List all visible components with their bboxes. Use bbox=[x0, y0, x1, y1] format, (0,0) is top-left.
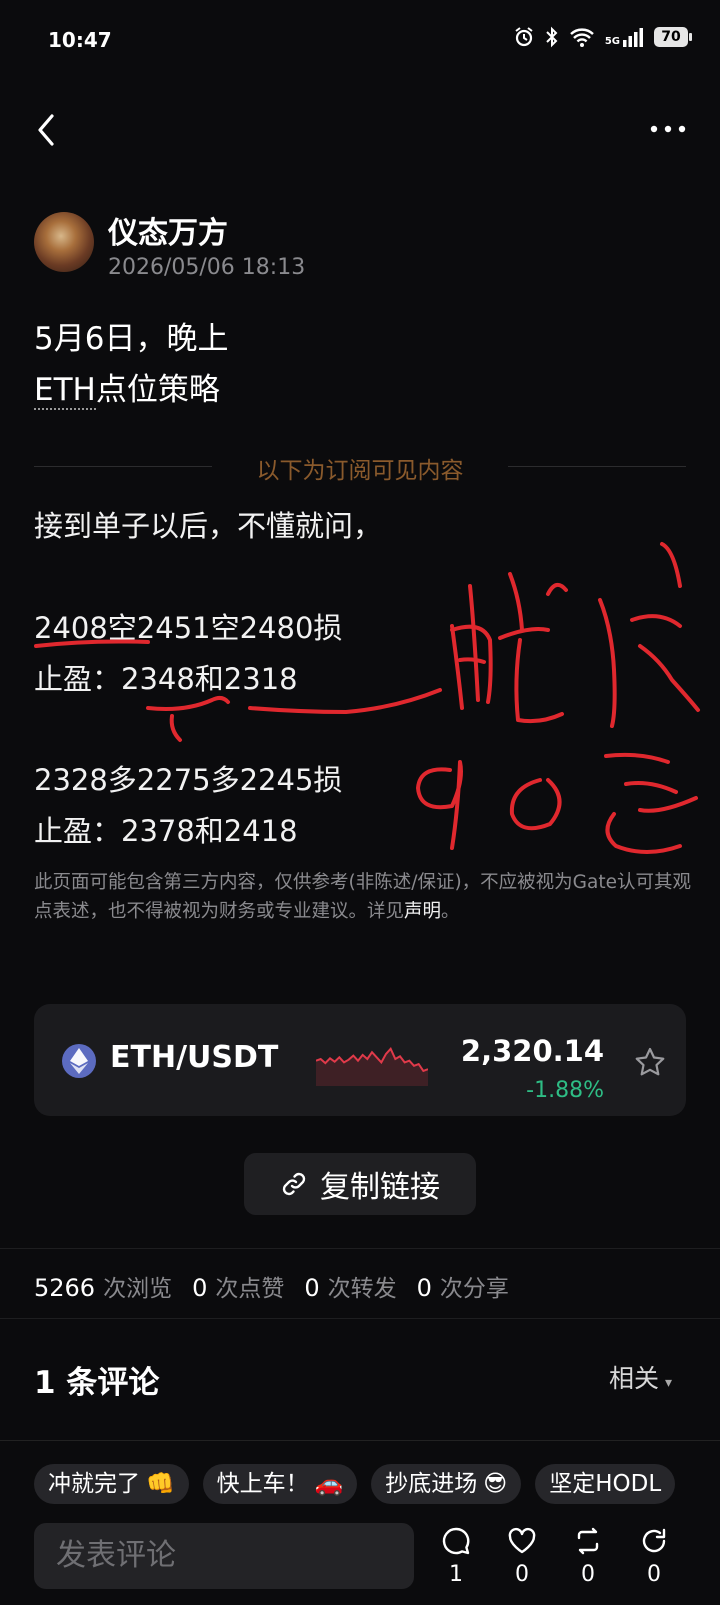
shares-count: 0 bbox=[416, 1274, 432, 1302]
wifi-icon bbox=[570, 28, 594, 47]
link-icon bbox=[282, 1172, 306, 1196]
fist-emoji-icon: 👊 bbox=[146, 1471, 175, 1497]
post-stats: 5266 次浏览 0 次点赞 0 次转发 0 次分享 bbox=[34, 1269, 521, 1303]
divider-left bbox=[34, 466, 212, 467]
price-sparkline bbox=[316, 1047, 428, 1086]
post-time: 2026/05/06 18:13 bbox=[108, 255, 306, 280]
sunglasses-emoji-icon: 😎 bbox=[483, 1471, 508, 1497]
repost-count: 0 bbox=[581, 1562, 595, 1587]
views-count: 5266 bbox=[34, 1274, 96, 1302]
battery-indicator: 70 bbox=[654, 27, 692, 47]
separator bbox=[0, 1318, 720, 1319]
like-count: 0 bbox=[515, 1562, 529, 1587]
quick-reply-chip[interactable]: 抄底进场 😎 bbox=[371, 1464, 522, 1504]
post-title-line1: 5月6日，晚上 bbox=[34, 321, 229, 357]
car-emoji-icon: 🚗 bbox=[314, 1471, 344, 1497]
comment-input[interactable]: 发表评论 bbox=[34, 1523, 414, 1589]
copy-link-label: 复制链接 bbox=[320, 1170, 440, 1205]
disclaimer-text: 此页面可能包含第三方内容，仅供参考(非陈述/保证)，不应被视为Gate认可其观点… bbox=[34, 872, 691, 922]
heart-icon bbox=[508, 1527, 536, 1554]
status-time: 10:47 bbox=[48, 28, 112, 52]
star-icon[interactable] bbox=[634, 1046, 666, 1078]
share-action[interactable]: 0 bbox=[634, 1526, 674, 1587]
market-change: -1.88% bbox=[526, 1078, 604, 1103]
disclaimer: 此页面可能包含第三方内容，仅供参考(非陈述/保证)，不应被视为Gate认可其观点… bbox=[34, 868, 694, 926]
repost-icon bbox=[577, 1527, 599, 1555]
bluetooth-icon bbox=[546, 26, 558, 48]
eth-coin-icon bbox=[62, 1044, 96, 1078]
handwriting-annotation bbox=[34, 542, 700, 854]
comment-icon bbox=[442, 1527, 470, 1555]
network-type: 5G bbox=[604, 36, 620, 47]
sort-label: 相关 bbox=[608, 1364, 659, 1393]
share-count: 0 bbox=[647, 1562, 661, 1587]
reposts-count: 0 bbox=[304, 1274, 320, 1302]
avatar[interactable] bbox=[34, 212, 94, 272]
disclaimer-end: 。 bbox=[441, 901, 460, 922]
share-icon bbox=[642, 1528, 666, 1553]
market-price: 2,320.14 bbox=[460, 1034, 604, 1068]
back-icon[interactable] bbox=[32, 110, 62, 150]
repost-action[interactable]: 0 bbox=[568, 1526, 608, 1587]
comment-action[interactable]: 1 bbox=[436, 1526, 476, 1587]
chip-text: 快上车！ bbox=[216, 1471, 309, 1497]
subscribe-divider-label: 以下为订阅可见内容 bbox=[256, 458, 464, 484]
caret-down-icon: ▾ bbox=[664, 1375, 672, 1391]
comment-count: 1 bbox=[449, 1562, 463, 1587]
sort-dropdown[interactable]: 相关 ▾ bbox=[609, 1359, 672, 1395]
post-title-line2: ETH点位策略 bbox=[34, 364, 220, 410]
reposts-label: 次转发 bbox=[327, 1276, 397, 1302]
status-icons: 5G 70 bbox=[513, 26, 692, 48]
signal-icon bbox=[623, 28, 643, 47]
separator bbox=[0, 1248, 720, 1249]
comments-heading: 1 条评论 bbox=[34, 1365, 160, 1401]
quick-reply-chips: 冲就完了 👊 快上车！ 🚗 抄底进场 😎 坚定HODL bbox=[34, 1464, 676, 1504]
chip-text: 冲就完了 bbox=[48, 1471, 140, 1497]
likes-count: 0 bbox=[192, 1274, 208, 1302]
disclaimer-link[interactable]: 声明 bbox=[404, 901, 441, 922]
shares-label: 次分享 bbox=[439, 1276, 509, 1302]
like-action[interactable]: 0 bbox=[502, 1526, 542, 1587]
author-name[interactable]: 仪态万方 bbox=[108, 208, 228, 252]
alarm-icon bbox=[515, 27, 533, 47]
likes-label: 次点赞 bbox=[215, 1276, 285, 1302]
quick-reply-chip[interactable]: 快上车！ 🚗 bbox=[202, 1464, 358, 1504]
copy-link-button[interactable]: 复制链接 bbox=[244, 1153, 476, 1215]
chip-text: 抄底进场 bbox=[385, 1471, 478, 1497]
market-pair: ETH/USDT bbox=[110, 1040, 279, 1075]
quick-reply-chip[interactable]: 冲就完了 👊 bbox=[34, 1464, 189, 1504]
more-icon[interactable] bbox=[648, 112, 688, 146]
sparkline-area bbox=[316, 1048, 428, 1086]
chip-text: 坚定HODL bbox=[549, 1471, 662, 1497]
divider-right bbox=[508, 466, 686, 467]
post-title-rest: 点位策略 bbox=[95, 372, 220, 408]
quick-reply-chip[interactable]: 坚定HODL bbox=[535, 1464, 676, 1504]
views-label: 次浏览 bbox=[103, 1276, 173, 1302]
eth-tag[interactable]: ETH bbox=[34, 372, 96, 410]
